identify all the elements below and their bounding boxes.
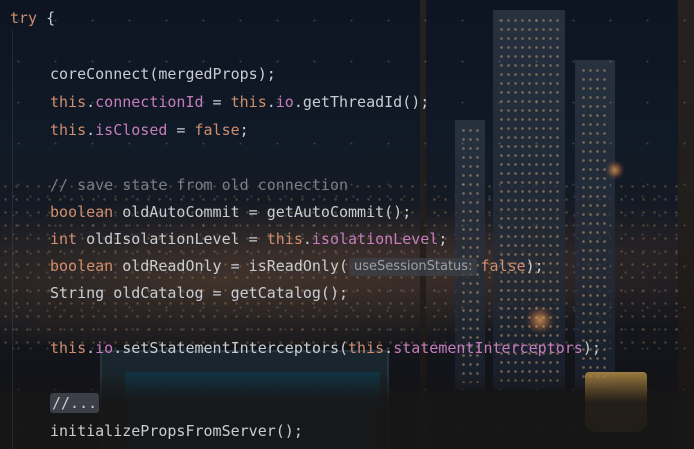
code-line[interactable]: try { (10, 8, 55, 28)
code-token: .getThreadId(); (293, 93, 430, 111)
code-token: . (86, 339, 96, 357)
code-token: ); (525, 257, 544, 275)
code-line[interactable]: boolean oldAutoCommit = getAutoCommit(); (10, 202, 411, 222)
field-token: io (95, 339, 114, 357)
code-token: ); (582, 339, 601, 357)
keyword-token: this (50, 339, 87, 357)
folded-region[interactable]: //... (50, 393, 100, 413)
field-token: isolationLevel (311, 230, 439, 248)
keyword-token: this (348, 339, 385, 357)
code-comment: // save state from old connection (50, 176, 349, 194)
code-line[interactable] (10, 36, 50, 56)
keyword-token: this (50, 121, 87, 139)
keyword-token: int (50, 230, 78, 248)
field-token: io (275, 93, 294, 111)
keyword-token: this (50, 93, 87, 111)
code-token: . (384, 339, 394, 357)
code-line[interactable]: coreConnect(mergedProps); (10, 64, 276, 84)
code-token: String oldCatalog = getCatalog(); (50, 284, 349, 302)
code-line[interactable]: int oldIsolationLevel = this.isolationLe… (10, 229, 447, 249)
code-token: ; (438, 230, 448, 248)
code-token: = (167, 121, 195, 139)
code-line[interactable]: boolean oldReadOnly = isReadOnly(useSess… (10, 256, 544, 276)
code-token: oldIsolationLevel = (77, 230, 267, 248)
code-line[interactable] (10, 148, 50, 168)
keyword-token: boolean (50, 203, 114, 221)
code-line[interactable]: // save state from old connection (10, 175, 348, 195)
code-line[interactable] (10, 365, 50, 385)
code-token: . (86, 93, 96, 111)
keyword-token: this (266, 230, 303, 248)
code-line[interactable] (10, 310, 50, 330)
code-token: = (203, 93, 231, 111)
keyword-token: false (480, 257, 526, 275)
parameter-hint: useSessionStatus: (349, 258, 478, 276)
code-line[interactable]: String oldCatalog = getCatalog(); (10, 283, 348, 303)
code-line[interactable]: initializePropsFromServer(); (10, 421, 303, 441)
code-token: . (266, 93, 276, 111)
code-editor[interactable]: try {coreConnect(mergedProps); this.conne… (0, 0, 694, 449)
code-token: .setStatementInterceptors( (113, 339, 349, 357)
code-line[interactable]: this.isClosed = false; (10, 120, 249, 140)
code-line[interactable]: this.connectionId = this.io.getThreadId(… (10, 92, 429, 112)
keyword-token: boolean (50, 257, 114, 275)
field-token: connectionId (95, 93, 204, 111)
code-line[interactable]: this.io.setStatementInterceptors(this.st… (10, 338, 601, 358)
code-token: oldAutoCommit = getAutoCommit(); (113, 203, 412, 221)
keyword-token: false (194, 121, 240, 139)
field-token: isClosed (95, 121, 168, 139)
keyword-token: this (230, 93, 267, 111)
code-token: { (37, 9, 56, 27)
field-token: statementInterceptors (393, 339, 583, 357)
code-token: oldReadOnly = isReadOnly( (113, 257, 349, 275)
code-token: . (302, 230, 312, 248)
code-line[interactable]: //... (10, 393, 100, 413)
code-token: initializePropsFromServer(); (50, 422, 303, 440)
code-token: coreConnect(mergedProps); (50, 65, 276, 83)
code-token: ; (239, 121, 249, 139)
code-token: . (86, 121, 96, 139)
code-area[interactable]: try {coreConnect(mergedProps); this.conne… (0, 0, 694, 449)
keyword-token: try (10, 9, 38, 27)
